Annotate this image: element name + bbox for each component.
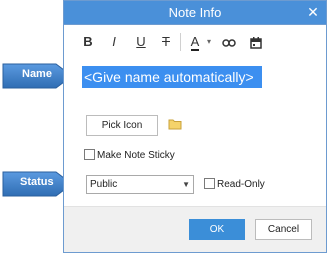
format-toolbar: B I U T A ▾ [72, 29, 320, 55]
underline-icon: U [136, 34, 146, 49]
calendar-icon [250, 36, 262, 49]
make-sticky-checkbox-row[interactable]: Make Note Sticky [84, 149, 175, 163]
bold-icon: B [83, 34, 93, 49]
make-sticky-checkbox[interactable] [84, 149, 95, 160]
italic-icon: I [112, 34, 116, 49]
screenshot-canvas: Name Status Note Info ✕ B I U T A ▾ <Giv… [0, 0, 327, 253]
close-button[interactable]: ✕ [304, 4, 322, 21]
chevron-down-icon: ▼ [182, 180, 190, 189]
status-callout-label: Status [20, 176, 54, 188]
cancel-button[interactable]: Cancel [255, 219, 312, 240]
ok-button[interactable]: OK [189, 219, 245, 240]
font-color-icon: A [190, 34, 200, 51]
read-only-label: Read-Only [217, 179, 265, 190]
chevron-down-icon: ▾ [206, 37, 211, 46]
calendar-button[interactable] [247, 31, 265, 53]
link-button[interactable] [220, 31, 238, 53]
font-color-dropdown[interactable]: ▾ [205, 31, 213, 53]
note-info-dialog: Note Info ✕ B I U T A ▾ <Give name autom… [63, 0, 327, 253]
read-only-checkbox-row[interactable]: Read-Only [204, 178, 265, 192]
toolbar-separator [180, 33, 181, 51]
status-select[interactable]: Public ▼ [86, 175, 194, 194]
font-color-button[interactable]: A [186, 31, 204, 53]
window-title: Note Info [168, 5, 222, 20]
title-bar[interactable]: Note Info ✕ [64, 1, 326, 25]
status-value: Public [90, 179, 118, 190]
strikethrough-icon: T [162, 34, 170, 49]
link-icon [222, 38, 236, 47]
pick-icon-button[interactable]: Pick Icon [86, 115, 158, 136]
folder-icon[interactable] [168, 118, 182, 130]
italic-button[interactable]: I [106, 31, 122, 53]
make-sticky-label: Make Note Sticky [97, 150, 175, 161]
underline-button[interactable]: U [133, 31, 149, 53]
name-callout-label: Name [22, 68, 52, 80]
read-only-checkbox[interactable] [204, 178, 215, 189]
note-name-input[interactable]: <Give name automatically> [82, 66, 262, 88]
dialog-footer: OK Cancel [64, 206, 326, 252]
bold-button[interactable]: B [80, 31, 96, 53]
strikethrough-button[interactable]: T [158, 31, 174, 53]
